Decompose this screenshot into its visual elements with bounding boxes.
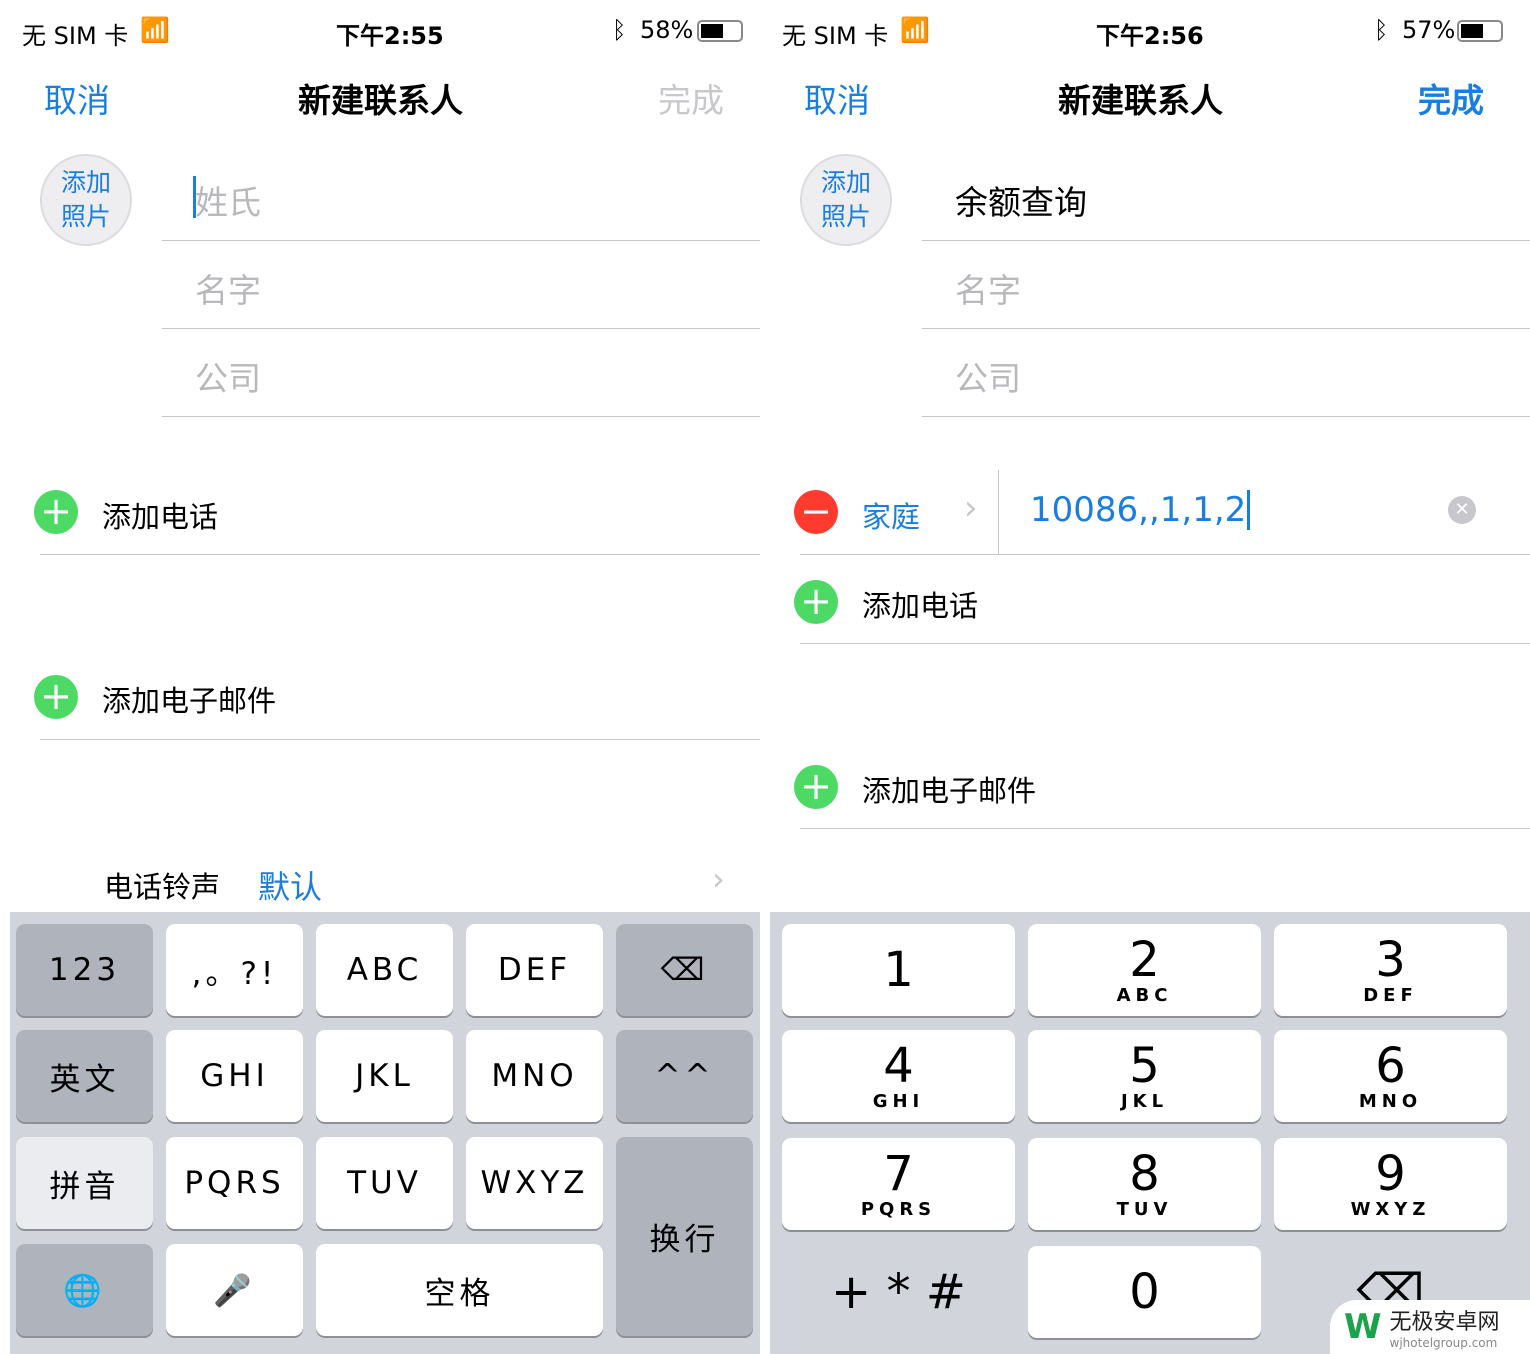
microphone-key[interactable]: 🎤	[166, 1244, 303, 1336]
add-email-icon[interactable]: +	[34, 675, 78, 719]
keypad-key-2-0[interactable]: 7 PQRS	[782, 1138, 1015, 1230]
space-key[interactable]: 空格	[316, 1244, 603, 1336]
globe-key[interactable]: 🌐	[16, 1244, 153, 1336]
add-phone-button[interactable]: 添加电话	[862, 583, 978, 625]
keypad-key-1-1[interactable]: 5 JKL	[1028, 1030, 1261, 1122]
key-key[interactable]: ABC	[316, 924, 453, 1016]
delete-key[interactable]: ⌫	[616, 924, 753, 1016]
wifi-icon: 📶	[900, 16, 930, 44]
watermark: W 无极安卓网 wjhotelgroup.com	[1330, 1300, 1530, 1354]
key-digit: 2	[1129, 931, 1160, 988]
right-screen: 无 SIM 卡 📶 下午2:56 ᛒ 57% 取消 新建联系人 完成 添加 照片 …	[770, 0, 1530, 1354]
keypad-key-3-0[interactable]: + * #	[782, 1246, 1015, 1338]
key-key[interactable]: 拼音	[16, 1137, 153, 1229]
add-email-button[interactable]: 添加电子邮件	[862, 768, 1036, 810]
key-key[interactable]: JKL	[316, 1030, 453, 1122]
keypad-key-0-2[interactable]: 3 DEF	[1274, 924, 1507, 1016]
keypad-key-2-1[interactable]: 8 TUV	[1028, 1138, 1261, 1230]
key-letters: JKL	[1120, 1090, 1169, 1112]
chevron-right-icon: ›	[712, 860, 725, 898]
clock: 下午2:56	[1096, 22, 1204, 50]
key-key[interactable]: DEF	[466, 924, 603, 1016]
key-digit: 3	[1375, 931, 1406, 988]
key-digit: 0	[1129, 1264, 1160, 1320]
add-phone-button[interactable]: 添加电话	[102, 494, 218, 536]
key-letters: MNO	[1358, 1090, 1423, 1112]
chevron-right-icon: ›	[964, 488, 978, 528]
keypad-key-2-2[interactable]: 9 WXYZ	[1274, 1138, 1507, 1230]
done-button[interactable]: 完成	[658, 74, 724, 122]
battery-icon	[697, 20, 743, 42]
bluetooth-icon: ᛒ	[1374, 16, 1389, 44]
key-letters: GHI	[872, 1090, 925, 1112]
key-key[interactable]: 英文	[16, 1030, 153, 1122]
page-title: 新建联系人	[1058, 81, 1223, 120]
battery-percent: 58%	[640, 16, 694, 44]
cancel-button[interactable]: 取消	[804, 74, 870, 122]
number-keypad: 1 2 ABC 3 DEF 4 GHI 5 JKL 6 MNO 7 PQRS 8 TUV 9 WXYZ + * #…	[770, 912, 1530, 1354]
key-key[interactable]: ^^	[616, 1030, 753, 1122]
key-digit: 8	[1129, 1145, 1160, 1202]
left-screen: 无 SIM 卡 📶 下午2:55 ᛒ 58% 取消 新建联系人 完成 添加 照片 …	[0, 0, 760, 1354]
keypad-key-0-1[interactable]: 2 ABC	[1028, 924, 1261, 1016]
key-key[interactable]: GHI	[166, 1030, 303, 1122]
ringtone-value[interactable]: 默认	[258, 862, 322, 908]
return-key[interactable]: 换行	[616, 1137, 753, 1336]
key-key[interactable]: PQRS	[166, 1137, 303, 1229]
key-letters: ABC	[1116, 984, 1173, 1006]
battery-icon	[1457, 20, 1503, 42]
key-key[interactable]: WXYZ	[466, 1137, 603, 1229]
page-title: 新建联系人	[298, 81, 463, 120]
key-letters: PQRS	[860, 1198, 937, 1220]
clock: 下午2:55	[336, 22, 444, 50]
keypad-key-0-0[interactable]: 1	[782, 924, 1015, 1016]
clear-text-icon[interactable]: ✕	[1448, 496, 1476, 524]
key-key[interactable]: ,。?!	[166, 924, 303, 1016]
key-digit: 4	[883, 1037, 914, 1094]
key-key[interactable]: 123	[16, 924, 153, 1016]
company-input[interactable]: 公司	[195, 352, 261, 400]
add-phone-icon[interactable]: +	[794, 580, 838, 624]
carrier: 无 SIM 卡	[22, 22, 129, 50]
cancel-button[interactable]: 取消	[44, 74, 110, 122]
key-digit: 9	[1375, 1145, 1406, 1202]
key-digit: 7	[883, 1145, 914, 1202]
add-photo-button[interactable]: 添加 照片	[800, 154, 892, 246]
last-name-input[interactable]: 姓氏	[195, 176, 261, 224]
watermark-logo: W	[1344, 1307, 1382, 1347]
pinyin-keyboard: 123,。?! ABC DEF ⌫ 英文 GHI JKL MNO ^^ 拼音 PQRS TUV WXYZ…	[10, 912, 760, 1354]
key-letters: TUV	[1116, 1198, 1173, 1220]
key-letters: DEF	[1363, 984, 1418, 1006]
remove-phone-button[interactable]: −	[794, 490, 838, 534]
phone-label-button[interactable]: 家庭	[862, 494, 920, 536]
ringtone-label[interactable]: 电话铃声	[104, 864, 220, 906]
add-email-icon[interactable]: +	[794, 765, 838, 809]
key-digit: 5	[1129, 1037, 1160, 1094]
bluetooth-icon: ᛒ	[612, 16, 627, 44]
done-button[interactable]: 完成	[1418, 74, 1484, 122]
carrier: 无 SIM 卡	[782, 22, 889, 50]
key-digit: 1	[883, 942, 914, 998]
add-phone-icon[interactable]: +	[34, 490, 78, 534]
keypad-key-1-0[interactable]: 4 GHI	[782, 1030, 1015, 1122]
key-digit: + * #	[831, 1264, 966, 1320]
key-key[interactable]: TUV	[316, 1137, 453, 1229]
keypad-key-3-1[interactable]: 0	[1028, 1246, 1261, 1338]
add-photo-button[interactable]: 添加 照片	[40, 154, 132, 246]
keypad-key-1-2[interactable]: 6 MNO	[1274, 1030, 1507, 1122]
first-name-input[interactable]: 名字	[195, 264, 261, 312]
key-key[interactable]: MNO	[466, 1030, 603, 1122]
first-name-input[interactable]: 名字	[955, 264, 1021, 312]
battery-percent: 57%	[1402, 16, 1456, 44]
last-name-input[interactable]: 余额查询	[955, 176, 1087, 224]
add-email-button[interactable]: 添加电子邮件	[102, 678, 276, 720]
wifi-icon: 📶	[140, 16, 170, 44]
phone-number-input[interactable]: 10086,,1,1,2	[1030, 490, 1251, 530]
company-input[interactable]: 公司	[955, 352, 1021, 400]
key-digit: 6	[1375, 1037, 1406, 1094]
key-letters: WXYZ	[1350, 1198, 1431, 1220]
